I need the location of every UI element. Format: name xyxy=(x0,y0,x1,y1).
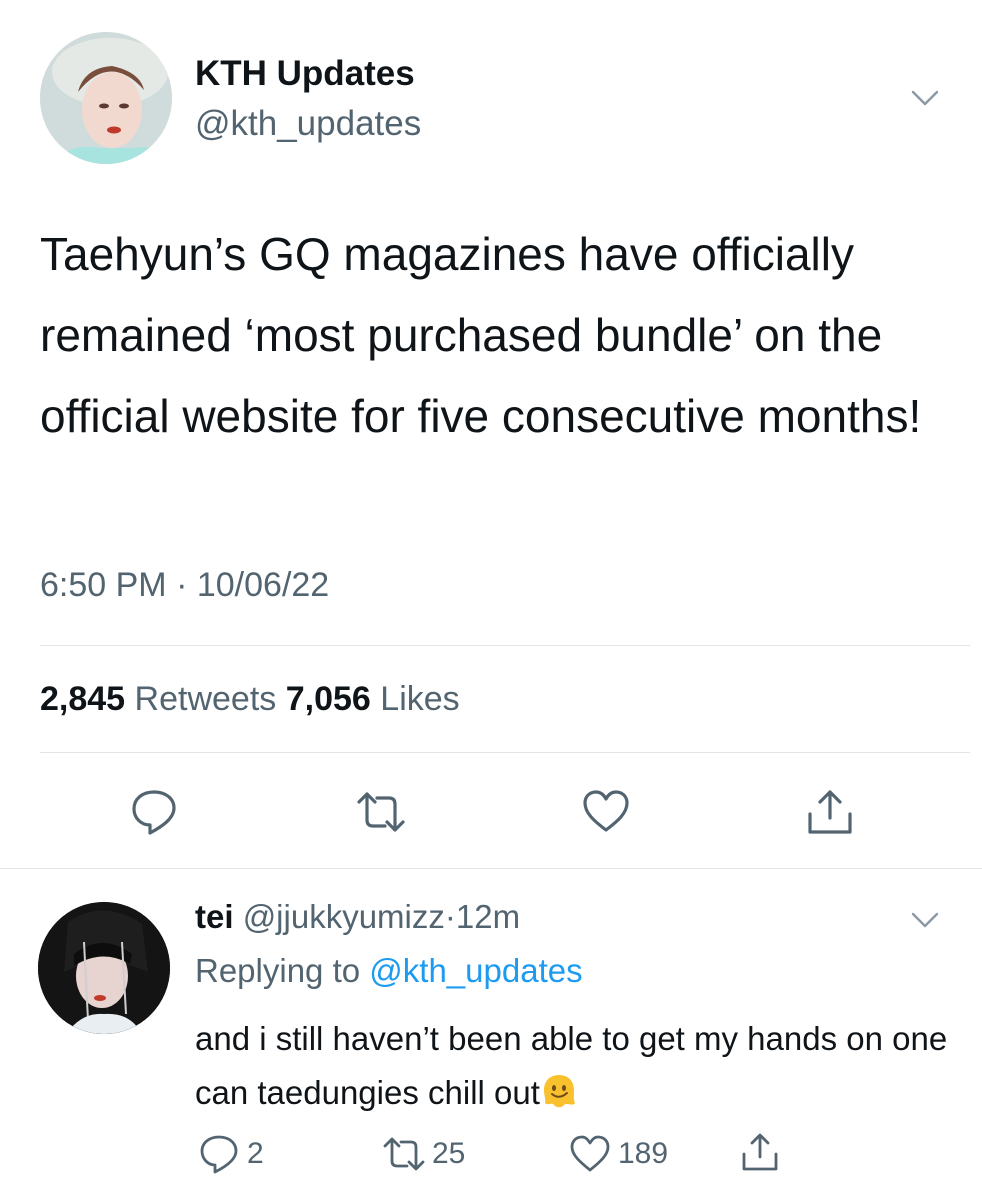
share-icon xyxy=(808,790,852,834)
retweet-count: 25 xyxy=(432,1137,466,1170)
reply-handle[interactable]: @jjukkyumizz xyxy=(243,898,445,935)
chevron-down-icon[interactable] xyxy=(910,88,940,108)
reply-count: 2 xyxy=(247,1137,264,1170)
chevron-down-icon[interactable] xyxy=(910,910,940,930)
avatar-photo xyxy=(38,902,170,1034)
tweet-text: Taehyun’s GQ magazines have officially r… xyxy=(40,228,922,442)
like-icon xyxy=(570,1135,610,1172)
reply-retweet-button[interactable]: 25 xyxy=(382,1132,465,1176)
like-count: 189 xyxy=(618,1137,669,1170)
reply-text: and i still haven’t been able to get my … xyxy=(195,1012,955,1120)
reply-share-button[interactable] xyxy=(738,1130,782,1174)
reply-icon xyxy=(200,1135,238,1174)
meta-separator: · xyxy=(176,566,188,604)
avatar-photo xyxy=(40,32,172,164)
reply-age[interactable]: 12m xyxy=(456,898,520,935)
divider xyxy=(40,752,970,753)
share-button[interactable] xyxy=(804,786,856,838)
replying-prefix: Replying to xyxy=(195,952,361,989)
user-handle[interactable]: @kth_updates xyxy=(195,104,421,144)
like-button[interactable] xyxy=(580,786,632,838)
engagement-stats: 2,845 Retweets 7,056 Likes xyxy=(40,680,460,719)
likes-stat[interactable]: 7,056 Likes xyxy=(286,680,460,718)
reply-avatar[interactable] xyxy=(38,902,170,1034)
tweet-date: 10/06/22 xyxy=(196,566,330,604)
replying-handle-link[interactable]: @kth_updates xyxy=(369,952,582,989)
display-name[interactable]: KTH Updates xyxy=(195,54,415,94)
tweet-time: 6:50 PM xyxy=(40,566,167,604)
retweet-button[interactable] xyxy=(355,786,407,838)
likes-label: Likes xyxy=(380,680,460,718)
tweet-timestamp[interactable]: 6:50 PM · 10/06/22 xyxy=(40,566,329,605)
retweet-icon xyxy=(357,792,405,832)
retweets-count: 2,845 xyxy=(40,680,126,718)
replying-to: Replying to @kth_updates xyxy=(195,952,583,990)
reply-reply-button[interactable]: 2 xyxy=(197,1132,264,1176)
divider xyxy=(0,868,982,869)
retweets-stat[interactable]: 2,845 Retweets xyxy=(40,680,276,718)
meta-separator: · xyxy=(444,898,456,935)
reply-icon xyxy=(132,790,176,835)
reply-like-button[interactable]: 189 xyxy=(568,1132,668,1176)
like-icon xyxy=(583,790,629,832)
share-icon xyxy=(742,1133,778,1171)
reply-button[interactable] xyxy=(128,786,180,838)
avatar[interactable] xyxy=(40,32,172,164)
retweets-label: Retweets xyxy=(134,680,277,718)
divider xyxy=(40,645,970,646)
retweet-icon xyxy=(383,1137,425,1171)
reply-header: tei @jjukkyumizz·12m xyxy=(195,898,520,936)
likes-count: 7,056 xyxy=(285,680,371,718)
reply-display-name[interactable]: tei xyxy=(195,898,234,935)
melting-face-emoji xyxy=(540,1072,578,1110)
